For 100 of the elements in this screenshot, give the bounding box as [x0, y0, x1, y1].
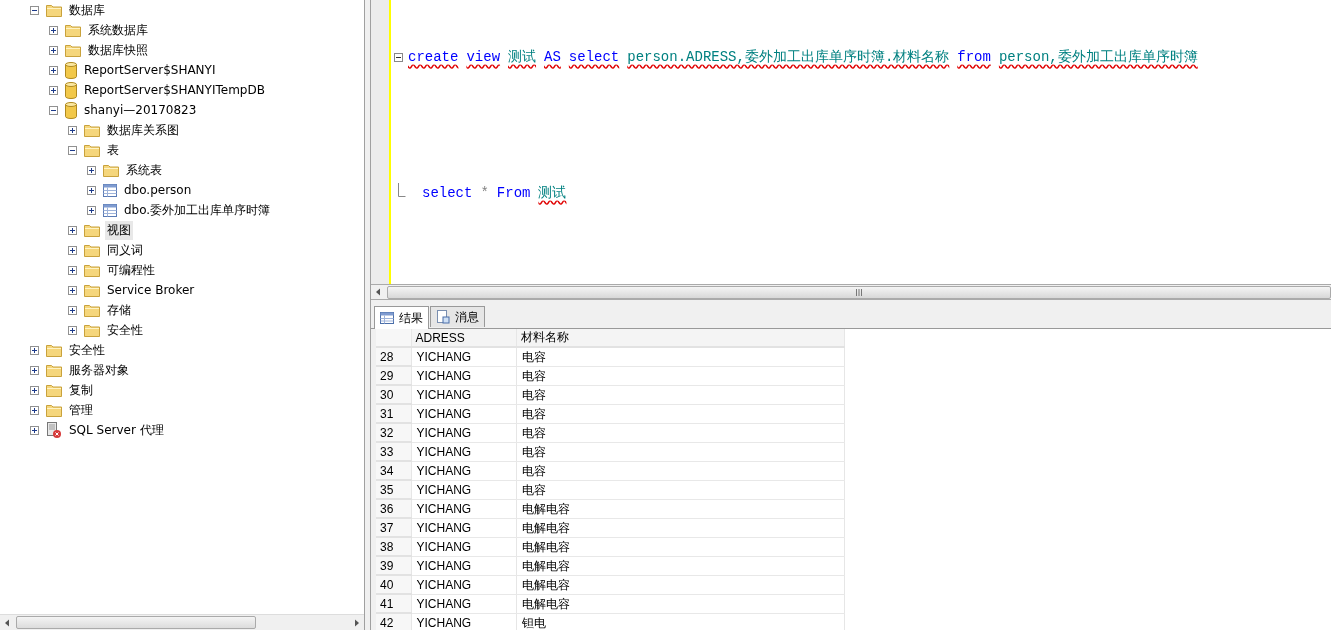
table-cell: YICHANG [411, 537, 516, 556]
code-token: 测试 [538, 184, 567, 202]
column-header[interactable]: 材料名称 [516, 329, 844, 347]
expander-icon[interactable] [68, 145, 77, 155]
database-icon [65, 61, 77, 79]
folder-icon [84, 303, 100, 317]
tree-item[interactable]: 管理 [67, 400, 95, 420]
folder-icon [46, 3, 62, 17]
table-cell: 电解电容 [516, 556, 844, 575]
expander-icon[interactable] [30, 5, 39, 15]
code-token: create [408, 49, 459, 65]
folder-icon [65, 43, 81, 57]
grid-icon [380, 312, 394, 324]
tree-item[interactable]: 数据库快照 [86, 40, 150, 60]
table-cell: YICHANG [411, 518, 516, 537]
table-cell: 电容 [516, 404, 844, 423]
folder-icon [46, 383, 62, 397]
tree-item[interactable]: 安全性 [67, 340, 107, 360]
horizontal-scrollbar[interactable] [0, 614, 364, 630]
expander-icon[interactable] [49, 45, 58, 55]
editor-scrollbar[interactable] [371, 284, 1331, 300]
table-cell: 电容 [516, 442, 844, 461]
table-cell: YICHANG [411, 423, 516, 442]
table-cell: 电容 [516, 480, 844, 499]
table-cell: 电容 [516, 423, 844, 442]
tree-item[interactable]: 数据库 [67, 0, 107, 20]
table-cell: 电容 [516, 347, 844, 366]
folder-icon [84, 223, 100, 237]
expander-icon[interactable] [30, 405, 39, 415]
expander-icon[interactable] [49, 65, 58, 75]
table-cell: YICHANG [411, 556, 516, 575]
tree-item[interactable]: SQL Server 代理 [67, 420, 166, 440]
expander-icon[interactable] [68, 305, 77, 315]
agent-icon [46, 421, 62, 439]
table-cell: YICHANG [411, 442, 516, 461]
code-token: 测试 [508, 48, 537, 66]
folder-icon [46, 343, 62, 357]
table-icon [103, 183, 117, 197]
expander-icon[interactable] [68, 225, 77, 235]
tree-item[interactable]: dbo.委外加工出库单序时簿 [122, 200, 273, 220]
table-cell: YICHANG [411, 613, 516, 630]
table-cell: 电解电容 [516, 537, 844, 556]
tree-item[interactable]: ReportServer$SHANYI [82, 62, 218, 78]
expander-icon[interactable] [87, 165, 96, 175]
tree-item[interactable]: ReportServer$SHANYITempDB [82, 82, 267, 98]
table-cell: 电解电容 [516, 575, 844, 594]
code-token: * [480, 185, 489, 201]
expander-icon[interactable] [68, 325, 77, 335]
code-token: person,委外加工出库单序时簿 [998, 48, 1198, 66]
expander-icon[interactable] [49, 105, 58, 115]
expander-icon[interactable] [30, 365, 39, 375]
expander-icon[interactable] [68, 125, 77, 135]
expander-icon[interactable] [49, 25, 58, 35]
tree-item[interactable]: 服务器对象 [67, 360, 131, 380]
code-token: person.ADRESS,委外加工出库单序时簿.材料名称 [627, 48, 950, 66]
database-icon [65, 81, 77, 99]
folder-icon [84, 123, 100, 137]
tree-item[interactable]: 复制 [67, 380, 95, 400]
expander-icon[interactable] [68, 245, 77, 255]
expander-icon[interactable] [30, 425, 39, 435]
table-cell: 电容 [516, 385, 844, 404]
expander-icon[interactable] [30, 345, 39, 355]
folder-icon [65, 23, 81, 37]
tree-item[interactable]: 同义词 [105, 240, 145, 260]
folder-icon [84, 243, 100, 257]
expander-icon[interactable] [87, 185, 96, 195]
folder-icon [84, 263, 100, 277]
tree-item[interactable]: 可编程性 [105, 260, 157, 280]
expander-icon[interactable] [30, 385, 39, 395]
folder-icon [84, 323, 100, 337]
tree-item[interactable]: 视图 [105, 220, 133, 240]
result-tab[interactable]: 结果 [374, 306, 429, 329]
expander-icon[interactable] [49, 85, 58, 95]
tree-item[interactable]: 系统表 [124, 160, 164, 180]
table-cell: 电解电容 [516, 518, 844, 537]
code-token: select [422, 185, 473, 201]
column-header[interactable]: ADRESS [411, 329, 516, 347]
tree-item[interactable]: 系统数据库 [86, 20, 150, 40]
collapse-icon[interactable] [394, 52, 403, 62]
result-tab[interactable]: 消息 [430, 306, 485, 327]
folder-icon [103, 163, 119, 177]
tree-item[interactable]: dbo.person [122, 182, 194, 198]
grip-icon[interactable] [855, 288, 863, 296]
tree-item[interactable]: Service Broker [105, 282, 197, 298]
tree-item[interactable]: 安全性 [105, 320, 145, 340]
tree-item[interactable]: shanyi—20170823 [82, 102, 199, 118]
folder-icon [46, 403, 62, 417]
tree-item[interactable]: 表 [105, 140, 121, 160]
document-icon [436, 310, 450, 324]
expander-icon[interactable] [68, 265, 77, 275]
tree-item[interactable]: 数据库关系图 [105, 120, 181, 140]
table-icon [103, 203, 117, 217]
database-icon [65, 101, 77, 119]
tree-item[interactable]: 存储 [105, 300, 133, 320]
expander-icon[interactable] [68, 285, 77, 295]
table-cell: YICHANG [411, 461, 516, 480]
table-cell: YICHANG [411, 480, 516, 499]
expander-icon[interactable] [87, 205, 96, 215]
table-cell: YICHANG [411, 366, 516, 385]
code-token: From [496, 185, 531, 201]
